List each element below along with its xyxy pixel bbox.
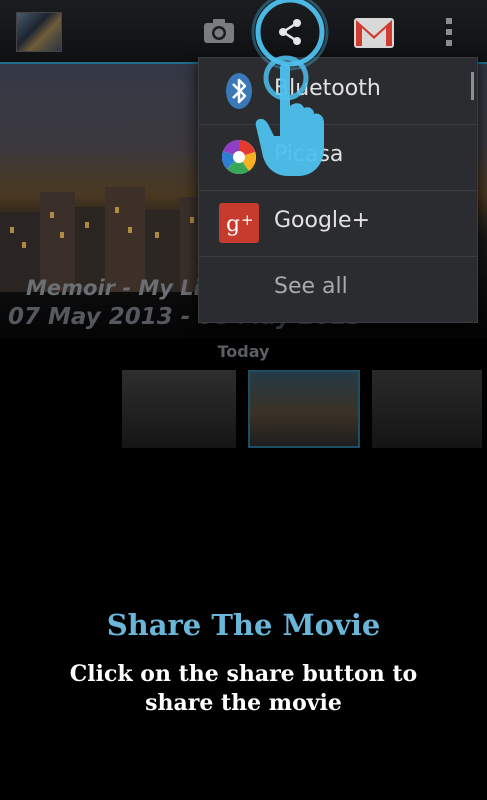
share-option-label: See all — [274, 274, 348, 299]
movie-thumbnail-icon[interactable] — [16, 12, 62, 52]
action-bar — [0, 0, 487, 64]
photo-thumbnail — [248, 370, 360, 448]
photo-thumbnail — [372, 370, 482, 448]
share-option-see-all[interactable]: See all — [199, 256, 477, 322]
overflow-menu-icon[interactable] — [440, 14, 458, 50]
photo-grid — [0, 370, 487, 448]
tutorial-title: Share The Movie — [106, 608, 381, 642]
svg-text:g: g — [226, 212, 240, 237]
movie-title: Memoir - My Li — [26, 276, 201, 300]
section-label-today: Today — [217, 342, 270, 361]
share-option-label: Google+ — [274, 208, 371, 233]
share-menu: Bluetooth Picasa g + Google+ Se — [198, 57, 478, 323]
google-plus-icon: g + — [219, 203, 259, 243]
photo-thumbnail — [122, 370, 236, 448]
svg-text:+: + — [241, 211, 254, 229]
scrollbar[interactable] — [471, 72, 474, 100]
share-option-google-plus[interactable]: g + Google+ — [199, 190, 477, 257]
camera-icon[interactable] — [200, 14, 238, 48]
tutorial-description: Click on the share button to share the m… — [69, 661, 418, 716]
pointing-hand-icon — [252, 44, 332, 184]
share-option-bluetooth[interactable]: Bluetooth — [199, 58, 477, 125]
share-option-picasa[interactable]: Picasa — [199, 124, 477, 191]
gmail-icon[interactable] — [352, 14, 396, 50]
